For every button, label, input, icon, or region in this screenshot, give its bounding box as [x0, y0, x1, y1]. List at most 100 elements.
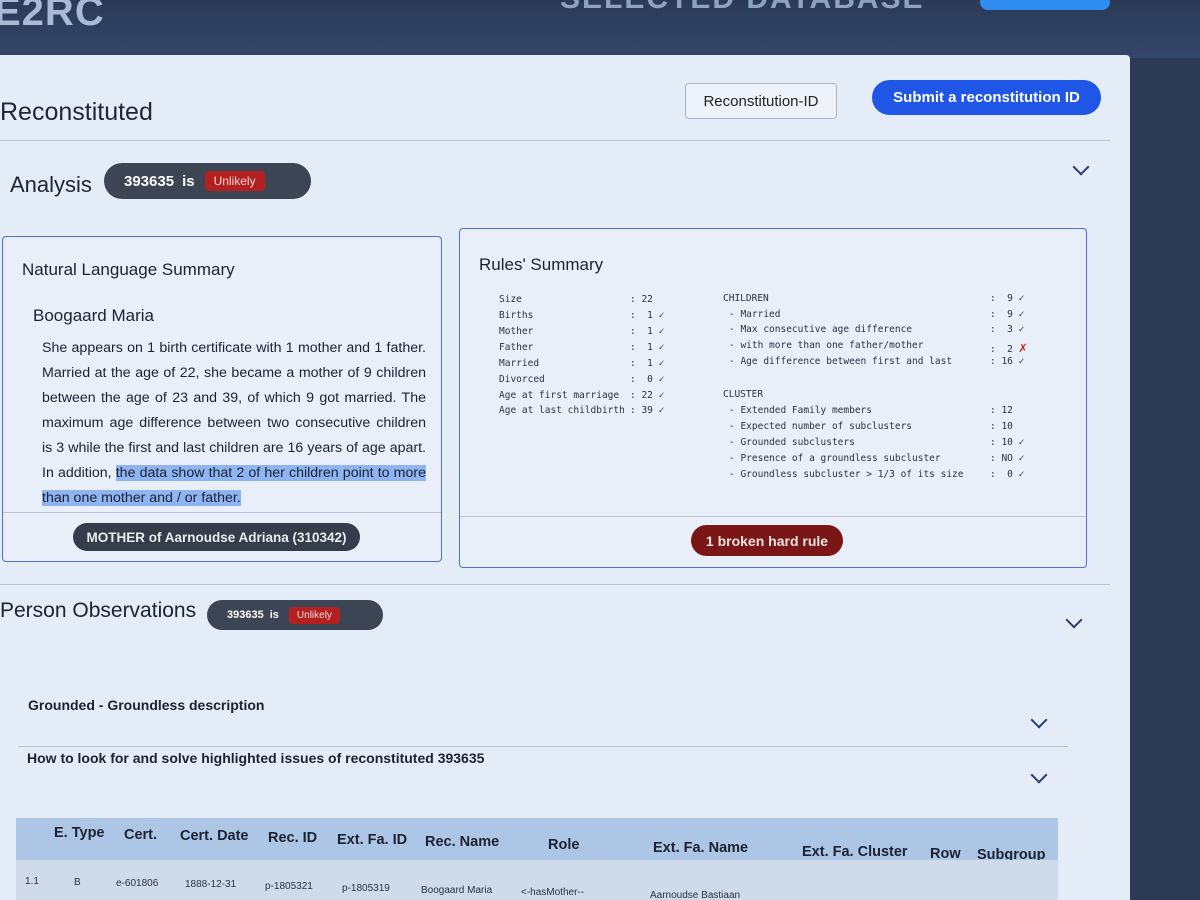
observations-is: is	[269, 609, 279, 621]
column-header[interactable]: Rec. ID	[268, 830, 317, 846]
table-cell: B	[74, 877, 81, 888]
table-cell: p-1805321	[265, 881, 313, 892]
check-icon: ✓	[1018, 453, 1025, 464]
rule-label: Births	[499, 310, 534, 321]
verdict-badge: Unlikely	[204, 171, 265, 191]
page-title: Reconstituted	[0, 98, 153, 126]
rule-label: Mother	[499, 326, 534, 337]
divider	[18, 746, 1068, 747]
column-header[interactable]: Rec. Name	[425, 834, 499, 850]
rule-label: - Presence of a groundless subcluster	[729, 453, 941, 464]
analysis-is: is	[182, 172, 195, 190]
submit-reconstitution-button[interactable]: Submit a reconstitution ID	[872, 80, 1101, 115]
rule-label: Age at first marriage	[499, 390, 620, 401]
verdict-badge: Unlikely	[288, 606, 340, 624]
rule-value: 0	[647, 374, 653, 385]
app-logo[interactable]: E2RC	[0, 0, 105, 35]
cross-icon: ✗	[1018, 340, 1028, 356]
card-divider	[460, 516, 1086, 517]
table-cell: Aarnoudse Bastiaan	[650, 890, 741, 900]
rule-label: - Max consecutive age difference	[729, 324, 913, 335]
cluster-heading: CLUSTER	[723, 389, 764, 400]
rule-label: - Groundless subcluster > 1/3 of its siz…	[729, 469, 964, 480]
rule-value: 22	[641, 390, 653, 401]
observations-status-pill: 393635 is Unlikely	[207, 600, 383, 630]
table-cell: 1888-12-31	[185, 879, 237, 890]
rule-value: 22	[641, 294, 653, 305]
rule-label: - Married	[729, 309, 781, 320]
rule-value: 10	[1001, 421, 1013, 432]
column-header[interactable]: Ext. Fa. ID	[337, 832, 407, 848]
rule-value: 1	[647, 310, 653, 321]
nl-summary-text: She appears on 1 birth certificate with …	[42, 336, 426, 511]
rule-label: - Extended Family members	[729, 405, 872, 416]
column-header[interactable]: Ext. Fa. Cluster	[802, 844, 908, 860]
column-header[interactable]: Cert. Date	[180, 828, 249, 844]
table-cell: p-1805319	[342, 883, 390, 894]
rules-summary-title: Rules' Summary	[479, 255, 604, 274]
check-icon: ✓	[1018, 437, 1025, 448]
rule-value: 16	[1001, 356, 1013, 367]
rule-label: Divorced	[499, 374, 545, 385]
top-header: E2RC SELECTED DATABASE	[0, 0, 1200, 58]
table-cell: Boogaard Maria	[421, 885, 493, 896]
rule-value: NO	[1001, 453, 1013, 464]
rule-value: 12	[1001, 405, 1013, 416]
accordion-grounded-description[interactable]: Grounded - Groundless description	[28, 697, 264, 713]
check-icon: ✓	[658, 358, 665, 369]
nl-summary-title: Natural Language Summary	[22, 260, 235, 279]
rule-label: Father	[499, 342, 534, 353]
person-observations-title: Person Observations	[0, 599, 197, 622]
selected-database-label: SELECTED DATABASE	[560, 0, 925, 16]
check-icon: ✓	[658, 310, 665, 321]
check-icon: ✓	[658, 374, 665, 385]
rule-label: - Grounded subclusters	[729, 437, 855, 448]
column-header[interactable]: Role	[548, 837, 579, 853]
check-icon: ✓	[658, 405, 665, 416]
rule-value: 9	[1007, 293, 1013, 304]
summary-text-plain: She appears on 1 birth certificate with …	[42, 340, 426, 481]
accordion-how-to-solve[interactable]: How to look for and solve highlighted is…	[27, 750, 484, 766]
rule-value: 0	[1007, 469, 1013, 480]
rule-value: 1	[647, 342, 653, 353]
check-icon: ✓	[1018, 356, 1025, 367]
rule-label: - with more than one father/mother	[729, 340, 924, 351]
rule-label: - Age difference between first and last	[729, 356, 953, 367]
reconstitution-id-button[interactable]: Reconstitution-ID	[685, 83, 837, 119]
divider	[0, 584, 1110, 585]
relation-pill[interactable]: MOTHER of Aarnoudse Adriana (310342)	[73, 523, 360, 551]
analysis-title: Analysis	[10, 172, 92, 197]
check-icon: ✓	[658, 326, 665, 337]
rule-label: Size	[499, 294, 522, 305]
rule-value: 39	[641, 405, 653, 416]
rule-value: 1	[647, 326, 653, 337]
rule-value: 3	[1007, 324, 1013, 335]
check-icon: ✓	[658, 342, 665, 353]
rule-label: Married	[499, 358, 540, 369]
broken-rule-badge[interactable]: 1 broken hard rule	[691, 525, 843, 556]
check-icon: ✓	[658, 390, 665, 401]
rule-value: 2	[1007, 344, 1013, 355]
divider	[0, 140, 1110, 141]
rule-value: 10	[1001, 437, 1013, 448]
top-action-button[interactable]	[980, 0, 1110, 10]
observations-id: 393635	[227, 609, 264, 621]
column-header[interactable]: Ext. Fa. Name	[653, 840, 748, 856]
rule-label: Age at last childbirth	[499, 405, 625, 416]
check-icon: ✓	[1018, 324, 1025, 335]
card-divider	[3, 512, 441, 513]
table-cell: e-601806	[116, 878, 159, 889]
rule-value: 9	[1007, 309, 1013, 320]
check-icon: ✓	[1018, 469, 1025, 480]
table-cell: <-hasMother--	[521, 887, 585, 898]
person-name: Boogaard Maria	[33, 306, 154, 325]
children-heading: CHILDREN	[723, 293, 769, 304]
table-cell: 1.1	[25, 876, 39, 887]
analysis-id: 393635	[124, 172, 175, 190]
rule-value: 1	[647, 358, 653, 369]
column-header[interactable]: Cert.	[124, 827, 157, 843]
analysis-status-pill: 393635 is Unlikely	[104, 163, 311, 199]
check-icon: ✓	[1018, 309, 1025, 320]
rule-label: - Expected number of subclusters	[729, 421, 913, 432]
column-header[interactable]: E. Type	[54, 825, 105, 841]
